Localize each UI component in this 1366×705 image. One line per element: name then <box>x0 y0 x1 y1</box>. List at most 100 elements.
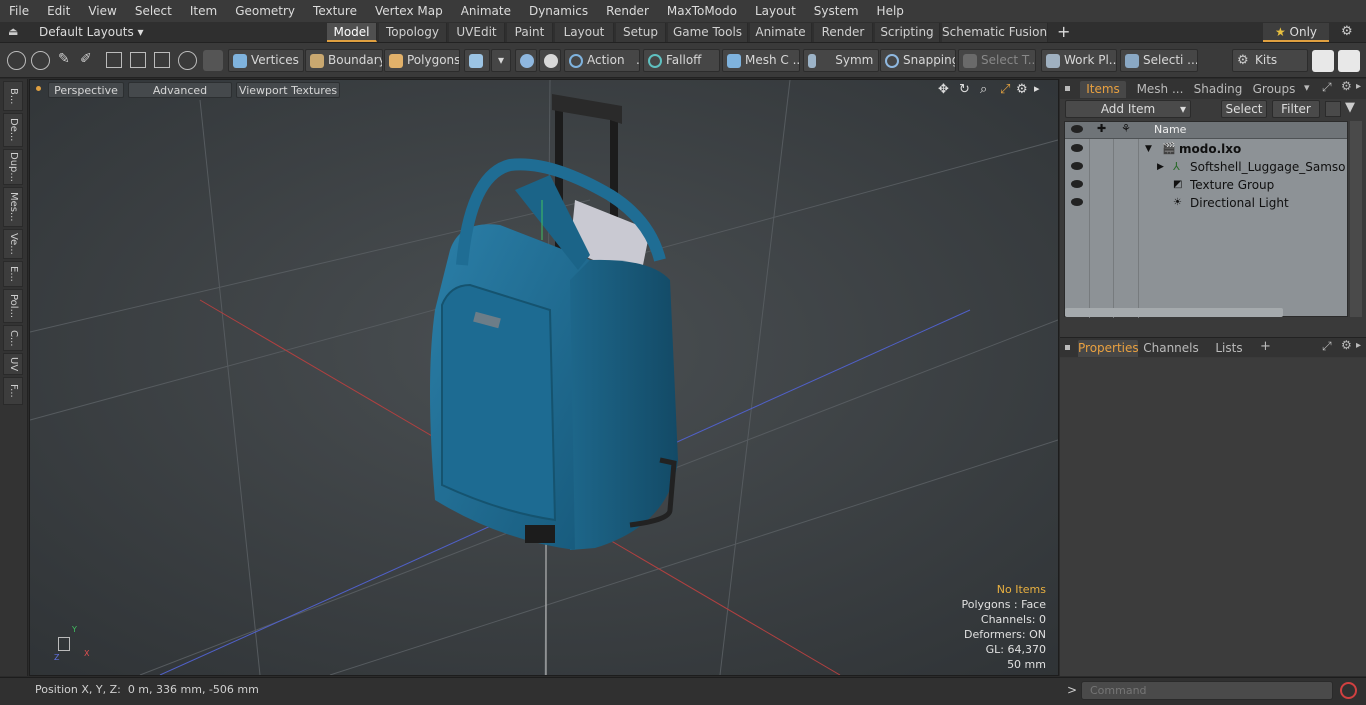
tab-channels[interactable]: Channels <box>1142 340 1200 357</box>
work-plane-button[interactable]: Work Pl... <box>1041 49 1117 72</box>
add-tab-button[interactable]: + <box>1057 22 1070 42</box>
only-toggle[interactable]: ★ Only <box>1263 23 1329 42</box>
vtab-basic[interactable]: B... <box>3 81 23 111</box>
menu-select[interactable]: Select <box>126 0 181 22</box>
eye-icon[interactable] <box>1071 162 1083 170</box>
pen-icon[interactable]: ✎ <box>58 51 72 70</box>
tab-topology[interactable]: Topology <box>379 23 447 42</box>
tab-schematic-fusion[interactable]: Schematic Fusion <box>942 23 1048 42</box>
vtab-mesh-edit[interactable]: Mes... <box>3 187 23 227</box>
menu-maxtomodo[interactable]: MaxToModo <box>658 0 746 22</box>
add-panel-tab-button[interactable]: + <box>1260 339 1271 354</box>
vtab-curve[interactable]: C... <box>3 325 23 351</box>
select-through-button[interactable]: Select T... <box>958 49 1036 72</box>
vtab-vertex[interactable]: Ve... <box>3 229 23 259</box>
tab-lists[interactable]: Lists <box>1206 340 1252 357</box>
pivot-button[interactable] <box>515 49 537 72</box>
pan-icon[interactable]: ✥ <box>938 82 949 97</box>
unity-icon[interactable] <box>1312 50 1334 72</box>
menu-render[interactable]: Render <box>597 0 658 22</box>
tab-scripting[interactable]: Scripting <box>875 23 940 42</box>
menu-system[interactable]: System <box>805 0 868 22</box>
tab-groups[interactable]: Groups <box>1248 81 1300 98</box>
mode-dropdown[interactable]: ▾ <box>491 49 511 72</box>
expand-panel-icon[interactable]: ⤢ <box>1322 80 1332 95</box>
solid-shade-icon[interactable] <box>203 50 223 71</box>
collapse-arrow-icon[interactable]: ▼ <box>1145 140 1152 158</box>
orbit-icon[interactable]: ↻ <box>959 82 970 97</box>
circle-select-icon[interactable] <box>7 51 26 70</box>
grid-snap-icon[interactable] <box>130 52 146 68</box>
menu-animate[interactable]: Animate <box>452 0 520 22</box>
name-column-header[interactable]: Name <box>1154 123 1186 136</box>
select-button[interactable]: Select <box>1221 100 1267 118</box>
menu-help[interactable]: Help <box>868 0 913 22</box>
tab-items[interactable]: Items <box>1080 81 1126 98</box>
eye-icon[interactable] <box>1071 144 1083 152</box>
align-icon[interactable] <box>106 52 122 68</box>
layout-preset-dropdown[interactable]: Default Layouts ▾ <box>39 23 144 42</box>
frame-icon[interactable] <box>154 52 170 68</box>
menu-edit[interactable]: Edit <box>38 0 79 22</box>
menu-layout[interactable]: Layout <box>746 0 805 22</box>
tree-row-texture-group[interactable]: ◩ Texture Group <box>1065 176 1347 194</box>
panel-menu-icon[interactable] <box>1065 86 1070 91</box>
menu-file[interactable]: File <box>0 0 38 22</box>
rotate-icon[interactable] <box>178 51 197 70</box>
vertices-button[interactable]: Vertices <box>228 49 304 72</box>
panel-arrow-icon[interactable]: ▸ <box>1356 340 1361 351</box>
panel-settings-icon[interactable]: ⚙ <box>1341 338 1352 352</box>
vtab-edge[interactable]: E... <box>3 261 23 287</box>
tab-setup[interactable]: Setup <box>616 23 666 42</box>
viewport-advanced-tab[interactable]: Advanced <box>128 82 232 98</box>
command-input[interactable] <box>1081 681 1333 700</box>
maximize-icon[interactable]: ⤢ <box>1000 82 1010 97</box>
tab-shading[interactable]: Shading <box>1190 81 1246 98</box>
expand-panel-icon[interactable]: ⤢ <box>1322 339 1332 354</box>
item-list-hscrollbar[interactable] <box>1065 308 1283 317</box>
kits-button[interactable]: ⚙ Kits <box>1232 49 1308 72</box>
vtab-duplicate[interactable]: Dup... <box>3 149 23 185</box>
menu-item[interactable]: Item <box>181 0 226 22</box>
panel-settings-icon[interactable]: ⚙ <box>1341 79 1352 93</box>
menu-dynamics[interactable]: Dynamics <box>520 0 597 22</box>
polygons-button[interactable]: Polygons <box>384 49 460 72</box>
lock-column-icon[interactable]: ✚ <box>1097 122 1106 135</box>
falloff-button[interactable]: Falloff <box>643 49 720 72</box>
viewport-menu-dot[interactable] <box>36 86 41 91</box>
add-item-dropdown[interactable]: Add Item ▾ <box>1065 100 1191 118</box>
menu-vertex-map[interactable]: Vertex Map <box>366 0 452 22</box>
item-mode-button[interactable] <box>464 49 490 72</box>
brush-icon[interactable]: ✐ <box>80 51 98 70</box>
record-macro-icon[interactable] <box>1340 682 1357 699</box>
item-list-vscrollbar[interactable] <box>1350 121 1362 317</box>
tab-layout[interactable]: Layout <box>555 23 614 42</box>
vtab-polygon[interactable]: Pol... <box>3 289 23 323</box>
eye-icon[interactable] <box>1071 198 1083 206</box>
panel-arrow-icon[interactable]: ▸ <box>1356 81 1361 92</box>
collapse-icon[interactable] <box>1325 101 1341 117</box>
tab-model[interactable]: Model <box>327 23 377 42</box>
viewport-expand-icon[interactable]: ▸ <box>1034 82 1040 95</box>
menu-texture[interactable]: Texture <box>304 0 366 22</box>
tab-properties[interactable]: Properties <box>1078 340 1139 357</box>
unreal-icon[interactable] <box>1338 50 1360 72</box>
menu-view[interactable]: View <box>79 0 125 22</box>
visibility-column-icon[interactable] <box>1071 125 1083 133</box>
funnel-icon[interactable]: ▼ <box>1345 100 1355 115</box>
layout-toggle-icon[interactable]: ⏏ <box>8 26 20 38</box>
tab-game-tools[interactable]: Game Tools <box>668 23 748 42</box>
chevron-down-icon[interactable]: ▾ <box>1304 81 1310 94</box>
expand-arrow-icon[interactable]: ▶ <box>1157 158 1164 176</box>
tab-uvedit[interactable]: UVEdit <box>449 23 505 42</box>
menu-geometry[interactable]: Geometry <box>226 0 304 22</box>
viewport-settings-icon[interactable]: ⚙ <box>1016 82 1028 97</box>
eye-icon[interactable] <box>1071 180 1083 188</box>
mesh-constraints-button[interactable]: Mesh C ... <box>722 49 800 72</box>
zoom-icon[interactable]: ⌕ <box>980 82 987 97</box>
tab-render[interactable]: Render <box>814 23 873 42</box>
tab-animate[interactable]: Animate <box>750 23 812 42</box>
boundary-button[interactable]: Boundary <box>305 49 383 72</box>
panel-menu-icon[interactable] <box>1065 345 1070 350</box>
symmetry-button[interactable]: Symm ... <box>803 49 879 72</box>
